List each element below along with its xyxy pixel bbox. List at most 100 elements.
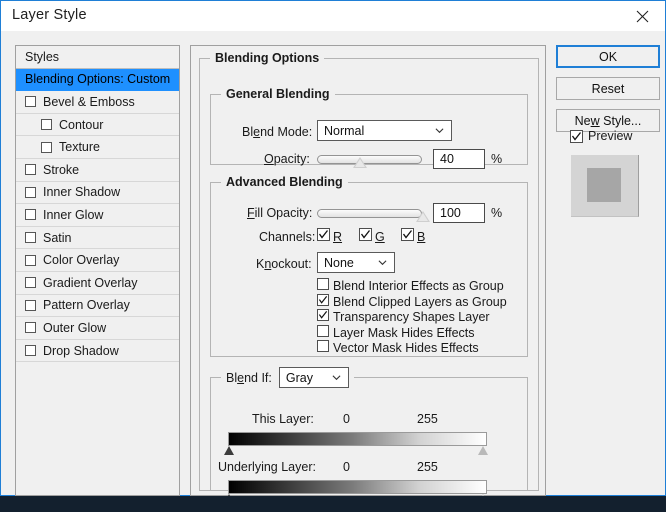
check-icon (360, 230, 371, 239)
advanced-option-checkbox[interactable] (317, 324, 329, 337)
desktop-background (0, 496, 666, 512)
preview-label: Preview (588, 129, 633, 143)
general-blending-title: General Blending (226, 87, 330, 101)
style-list-item[interactable]: Contour (16, 114, 179, 137)
check-icon (571, 131, 582, 141)
this-layer-white-slider[interactable] (478, 446, 488, 455)
style-list-item[interactable]: Outer Glow (16, 317, 179, 340)
chevron-down-icon (332, 374, 341, 380)
style-list-item-label: Blending Options: Custom (25, 72, 171, 87)
advanced-option-checkbox[interactable] (317, 278, 329, 290)
title-bar: Layer Style (1, 1, 665, 32)
style-list-item[interactable]: Inner Shadow (16, 182, 179, 205)
styles-list-header: Styles (16, 46, 179, 69)
style-preview-shape (587, 168, 621, 202)
this-layer-min: 0 (343, 412, 350, 426)
blending-options-group: Blending Options General Blending Blend … (199, 51, 539, 503)
opacity-slider[interactable] (317, 155, 422, 168)
opacity-input[interactable]: 40 (433, 149, 485, 169)
chevron-down-icon (435, 127, 444, 133)
advanced-blending-title: Advanced Blending (226, 175, 343, 189)
opacity-label: Opacity: (264, 152, 310, 166)
style-list-item-label: Stroke (43, 162, 80, 177)
style-list-item[interactable]: Bevel & Emboss (16, 91, 179, 114)
style-enable-checkbox[interactable] (25, 164, 36, 176)
check-icon (318, 230, 329, 239)
fill-opacity-slider-thumb[interactable] (416, 211, 430, 222)
style-list-item-label: Inner Glow (43, 207, 104, 222)
style-enable-checkbox[interactable] (25, 299, 36, 311)
style-list-item[interactable]: Drop Shadow (16, 340, 179, 363)
fill-opacity-input[interactable]: 100 (433, 203, 485, 223)
style-enable-checkbox[interactable] (41, 141, 52, 153)
fill-opacity-percent-label: % (491, 206, 503, 220)
advanced-option-label: Vector Mask Hides Effects (333, 341, 479, 355)
new-style-button-label: New Style... (574, 113, 642, 128)
style-enable-checkbox[interactable] (25, 96, 36, 108)
fill-opacity-label: Fill Opacity: (247, 206, 313, 220)
style-list-item[interactable]: Inner Glow (16, 204, 179, 227)
fill-opacity-value: 100 (440, 206, 461, 220)
ok-button[interactable]: OK (556, 45, 660, 68)
fill-opacity-slider[interactable] (317, 209, 430, 222)
this-layer-black-slider[interactable] (224, 446, 234, 455)
blend-if-select[interactable]: Gray (278, 367, 349, 388)
general-blending-group: General Blending Blend Mode: Normal Opac… (210, 87, 528, 169)
style-list-item-label: Texture (59, 140, 100, 155)
underlying-layer-min: 0 (343, 460, 350, 474)
opacity-slider-thumb[interactable] (353, 157, 367, 168)
channel-checkbox-r[interactable] (317, 228, 330, 241)
style-list-item[interactable]: Color Overlay (16, 249, 179, 272)
ok-button-label: OK (598, 49, 618, 64)
style-list-item-label: Bevel & Emboss (43, 94, 135, 109)
style-enable-checkbox[interactable] (25, 277, 36, 289)
blend-if-legend: Blend If: Gray (221, 367, 354, 388)
knockout-select[interactable]: None (317, 252, 395, 273)
knockout-value: None (324, 255, 354, 270)
style-enable-checkbox[interactable] (25, 186, 36, 198)
check-icon (318, 295, 328, 304)
advanced-option-checkbox[interactable] (317, 340, 329, 352)
channel-checkbox-b[interactable] (401, 228, 414, 241)
blending-options-title: Blending Options (215, 51, 320, 65)
check-icon (402, 230, 413, 239)
style-enable-checkbox[interactable] (25, 232, 36, 244)
advanced-blending-group: Advanced Blending Fill Opacity: 100 % Ch… (210, 175, 528, 357)
style-list-item[interactable]: Texture (16, 136, 179, 159)
style-enable-checkbox[interactable] (25, 254, 36, 266)
styles-list[interactable]: Styles Blending Options: Custom Bevel & E… (15, 45, 180, 496)
close-icon[interactable] (619, 1, 665, 31)
advanced-option-checkbox[interactable] (317, 293, 329, 306)
style-list-item-label: Contour (59, 117, 104, 132)
style-list-item[interactable]: Gradient Overlay (16, 272, 179, 295)
blend-if-group: Blend If: Gray This Layer: 0 255 Underly… (210, 367, 528, 503)
preview-checkbox[interactable] (570, 129, 583, 143)
chevron-down-icon (378, 259, 387, 265)
style-enable-checkbox[interactable] (25, 322, 36, 334)
reset-button[interactable]: Reset (556, 77, 660, 100)
blend-mode-select[interactable]: Normal (317, 120, 452, 141)
preview-checkbox-row[interactable]: Preview (570, 129, 632, 143)
advanced-option-label: Blend Clipped Layers as Group (333, 294, 507, 309)
style-list-item-label: Pattern Overlay (43, 298, 130, 313)
style-enable-checkbox[interactable] (25, 209, 36, 221)
style-list-item[interactable]: Satin (16, 227, 179, 250)
knockout-label: Knockout: (256, 257, 312, 271)
opacity-percent-label: % (491, 152, 503, 166)
underlying-layer-max: 255 (417, 460, 438, 474)
advanced-option-label: Transparency Shapes Layer (333, 310, 490, 324)
channels-label: Channels: (259, 230, 316, 244)
channel-checkbox-g[interactable] (359, 228, 372, 241)
style-list-item[interactable]: Stroke (16, 159, 179, 182)
style-enable-checkbox[interactable] (25, 345, 36, 357)
style-list-item[interactable]: Blending Options: Custom (16, 68, 179, 92)
style-list-item-label: Satin (43, 230, 72, 245)
style-list-item[interactable]: Pattern Overlay (16, 295, 179, 318)
blend-if-label: Blend If: (226, 370, 272, 385)
style-enable-checkbox[interactable] (41, 119, 52, 131)
opacity-value: 40 (440, 152, 454, 166)
style-preview-thumbnail (571, 155, 639, 217)
style-list-item-label: Drop Shadow (43, 343, 119, 358)
advanced-option-label: Layer Mask Hides Effects (333, 325, 475, 340)
advanced-option-checkbox[interactable] (317, 309, 329, 321)
